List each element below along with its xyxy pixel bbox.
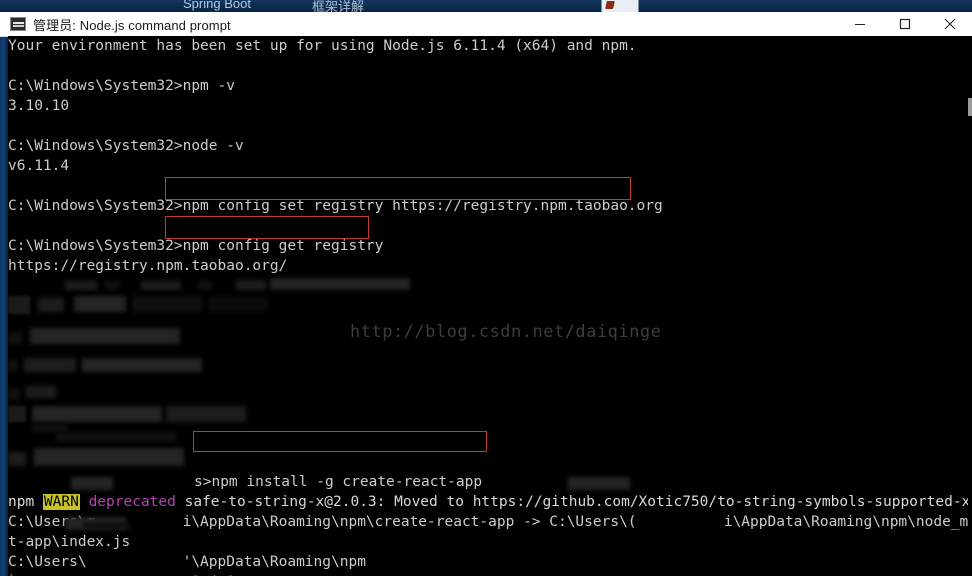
redacted-username — [71, 477, 113, 490]
redacted-username — [568, 477, 630, 490]
app-tab-icon — [605, 1, 615, 9]
terminal-line: C:\Windows\System32>npm -v — [8, 78, 235, 94]
terminal-line: v6.11.4 — [8, 158, 70, 174]
terminal-line: https://registry.npm.taobao.org/ — [8, 258, 288, 274]
terminal-line-npm-install: s>npm install -g create-react-app — [8, 472, 972, 492]
terminal-line: Your environment has been set up for usi… — [8, 38, 637, 54]
window-title: 管理员: Node.js command prompt — [33, 18, 231, 33]
terminal-line-path: t-app\index.js — [8, 534, 131, 550]
terminal-scrollbar[interactable] — [968, 36, 972, 576]
warn-badge: WARN — [42, 494, 80, 510]
background-window-strip: Spring Boot 框架详解 — [0, 0, 972, 12]
redacted-output-block — [8, 276, 972, 472]
terminal-line-path: C:\Users\ '\AppData\Roaming\npm — [8, 554, 366, 570]
watermark-text: http://blog.csdn.net/daiqinge — [350, 322, 662, 342]
terminal-line-path: C:\Users\q i\AppData\Roaming\npm\create-… — [8, 514, 972, 530]
background-window-left-edge — [0, 12, 8, 576]
window-controls — [837, 12, 972, 36]
warn-tag: deprecated — [79, 494, 185, 510]
minimize-button[interactable] — [837, 12, 882, 36]
warn-prefix: npm — [8, 494, 43, 510]
terminal-console[interactable]: Your environment has been set up for usi… — [8, 36, 972, 576]
terminal-line-tree: `-- create-react-app@1.4.1 — [8, 572, 972, 576]
scrollbar-thumb[interactable] — [968, 98, 972, 116]
window-titlebar[interactable]: 管理员: Node.js command prompt — [0, 12, 972, 37]
cmd-icon — [10, 17, 26, 31]
terminal-line-set-registry: C:\Windows\System32>npm config set regis… — [8, 198, 663, 214]
terminal-line: 3.10.10 — [8, 98, 70, 114]
terminal-output: Your environment has been set up for usi… — [8, 36, 972, 576]
maximize-button[interactable] — [882, 12, 927, 36]
background-window-subtitle: 框架详解 — [312, 0, 365, 12]
screen-root: Spring Boot 框架详解 管理员: Node.js command pr… — [0, 0, 972, 576]
warn-message: safe-to-string-x@2.0.3: Moved to https:/… — [184, 494, 971, 510]
minimize-icon — [854, 24, 865, 25]
terminal-line-warn: npm WARN deprecated safe-to-string-x@2.0… — [8, 492, 972, 512]
background-tab[interactable] — [601, 0, 639, 12]
background-window-title: Spring Boot — [183, 0, 251, 11]
maximize-icon — [899, 18, 910, 30]
terminal-line-get-registry: C:\Windows\System32>npm config get regis… — [8, 238, 384, 254]
install-command-text: s>npm install -g create-react-app — [194, 474, 483, 490]
terminal-line: C:\Windows\System32>node -v — [8, 138, 244, 154]
close-button[interactable] — [927, 12, 972, 36]
redacted-fragment — [56, 432, 176, 442]
redacted-fragment — [83, 522, 129, 530]
close-icon — [944, 18, 955, 30]
